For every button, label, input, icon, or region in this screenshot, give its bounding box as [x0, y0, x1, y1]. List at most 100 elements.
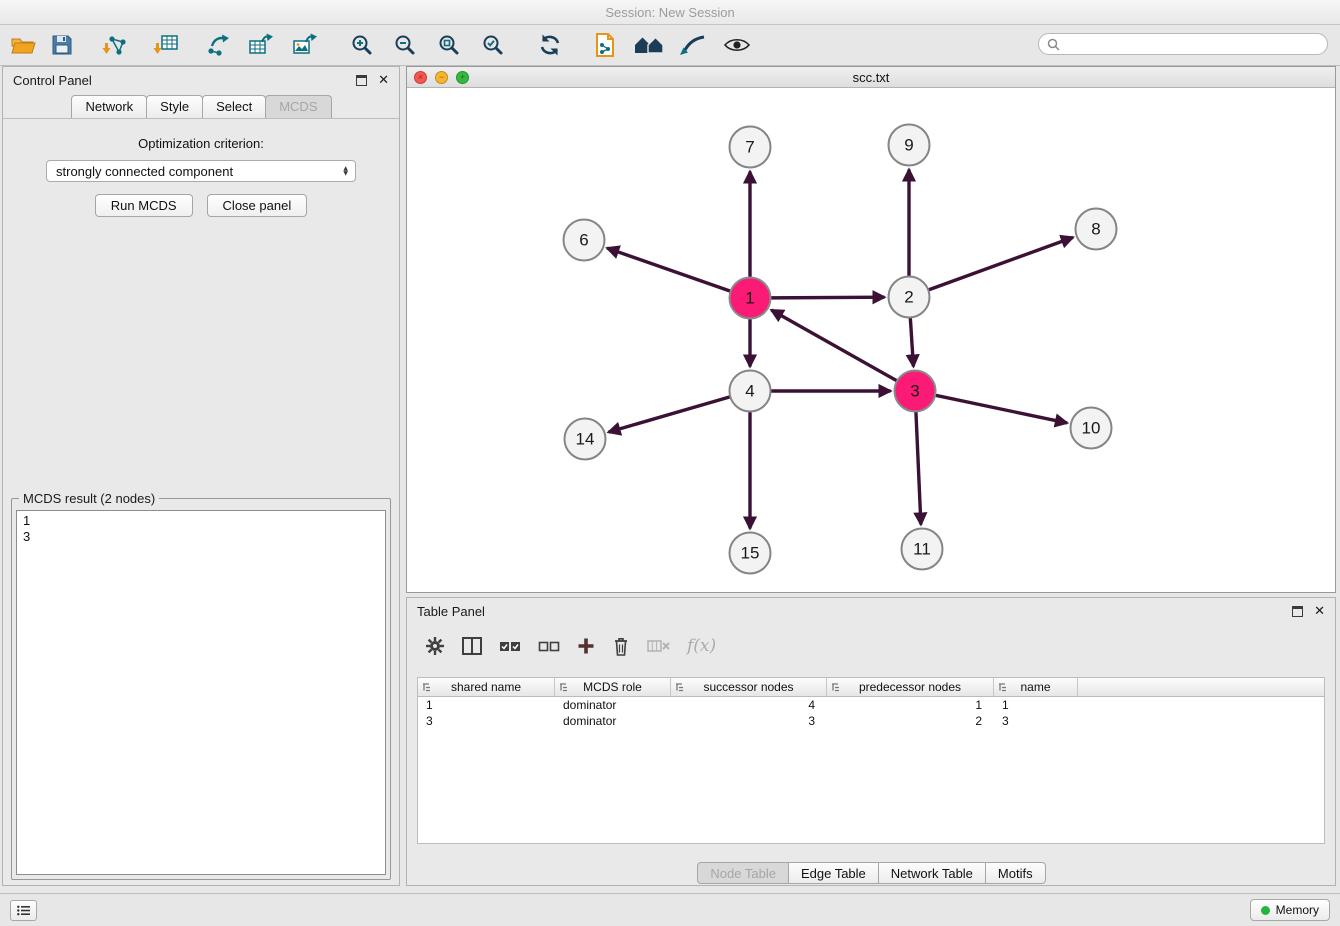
table-row[interactable]: 3dominator323: [418, 713, 1324, 729]
task-history-button[interactable]: [10, 900, 37, 921]
column-sort-icon: [558, 682, 569, 693]
float-table-panel-button[interactable]: [1292, 606, 1303, 617]
close-table-panel-button[interactable]: ✕: [1314, 605, 1325, 618]
run-mcds-button[interactable]: Run MCDS: [95, 194, 193, 217]
column-header-shared-name[interactable]: shared name: [418, 678, 555, 696]
tab-node-table[interactable]: Node Table: [697, 862, 789, 884]
column-sort-icon: [830, 682, 841, 693]
table-cell[interactable]: 4: [671, 697, 827, 713]
column-header-label: shared name: [451, 680, 521, 694]
mcds-result-item: 1: [23, 513, 379, 529]
graph-node-label: 8: [1091, 220, 1100, 239]
open-recent-session-button[interactable]: [588, 28, 622, 62]
home-view-button[interactable]: [632, 28, 666, 62]
graph-edge-2-8[interactable]: [928, 237, 1073, 290]
control-panel-title: Control Panel: [13, 73, 92, 88]
close-panel-action-button[interactable]: Close panel: [207, 194, 308, 217]
function-builder-button[interactable]: f(x): [687, 636, 716, 656]
memory-button[interactable]: Memory: [1250, 899, 1330, 921]
memory-label: Memory: [1276, 903, 1319, 917]
graph-edge-3-1[interactable]: [771, 310, 897, 381]
graph-edge-1-2[interactable]: [770, 297, 884, 298]
function-builder-icon: f(x): [687, 636, 716, 656]
tab-style[interactable]: Style: [146, 95, 203, 118]
table-cell[interactable]: 3: [994, 713, 1078, 729]
tab-motifs[interactable]: Motifs: [985, 862, 1046, 884]
zoom-out-button[interactable]: [388, 28, 422, 62]
column-header-MCDS-role[interactable]: MCDS role: [555, 678, 671, 696]
export-network-button[interactable]: [201, 28, 235, 62]
float-panel-button[interactable]: [356, 75, 367, 86]
unselect-all-button[interactable]: [538, 638, 560, 654]
delete-button[interactable]: [612, 636, 630, 657]
network-window: × − + scc.txt 7968124314101511: [406, 66, 1336, 593]
add-button[interactable]: [577, 637, 595, 655]
graph-node-label: 1: [745, 289, 754, 308]
window-title: Session: New Session: [605, 5, 734, 20]
column-header-name[interactable]: name: [994, 678, 1078, 696]
table-body: 1dominator4113dominator323: [418, 697, 1324, 729]
network-window-titlebar: × − + scc.txt: [407, 67, 1335, 88]
column-header-label: predecessor nodes: [859, 680, 961, 694]
apply-style-button[interactable]: [675, 28, 709, 62]
table-cell[interactable]: 3: [418, 713, 555, 729]
import-network-button[interactable]: [98, 28, 132, 62]
column-header-label: MCDS role: [583, 680, 642, 694]
export-table-icon: [248, 33, 274, 57]
graph-edge-3-11[interactable]: [916, 411, 921, 524]
table-cell[interactable]: 1: [827, 697, 994, 713]
graph-edge-1-6[interactable]: [607, 248, 731, 291]
export-image-button[interactable]: [288, 28, 322, 62]
show-graphics-details-button[interactable]: [720, 28, 754, 62]
delete-column-button[interactable]: [647, 638, 670, 654]
criterion-select[interactable]: strongly connected component ▲▼: [46, 160, 356, 182]
table-cell[interactable]: 3: [671, 713, 827, 729]
search-input[interactable]: [1065, 36, 1319, 52]
table-header-row: shared name MCDS role successor nodes prede…: [418, 678, 1324, 697]
tab-edge-table[interactable]: Edge Table: [788, 862, 879, 884]
column-header-predecessor-nodes[interactable]: predecessor nodes: [827, 678, 994, 696]
trash-icon: [612, 636, 630, 657]
table-cell[interactable]: dominator: [555, 713, 671, 729]
tab-mcds[interactable]: MCDS: [265, 95, 331, 118]
select-spinner-icon: ▲▼: [343, 166, 348, 176]
graph-node-label: 10: [1082, 419, 1101, 438]
graph-node-label: 4: [745, 382, 754, 401]
zoom-in-button[interactable]: [345, 28, 379, 62]
tab-network-table[interactable]: Network Table: [878, 862, 986, 884]
open-session-button[interactable]: [6, 28, 40, 62]
tab-select[interactable]: Select: [202, 95, 266, 118]
table-cell[interactable]: dominator: [555, 697, 671, 713]
column-sort-icon: [421, 682, 432, 693]
zoom-selected-button[interactable]: [476, 28, 510, 62]
network-canvas[interactable]: 7968124314101511: [407, 88, 1335, 592]
graph-edge-2-3[interactable]: [910, 317, 913, 366]
import-table-button[interactable]: [149, 28, 183, 62]
control-panel-tabs: Network Style Select MCDS: [3, 93, 399, 119]
window-minimize-icon[interactable]: −: [435, 71, 448, 84]
main-toolbar: [0, 25, 1340, 66]
graph-edge-3-10[interactable]: [935, 395, 1067, 423]
window-zoom-icon[interactable]: +: [456, 71, 469, 84]
zoom-fit-button[interactable]: [432, 28, 466, 62]
table-cell[interactable]: 1: [418, 697, 555, 713]
control-panel-header: Control Panel ✕: [3, 67, 399, 93]
close-panel-button[interactable]: ✕: [378, 74, 389, 87]
tab-network[interactable]: Network: [71, 95, 147, 118]
table-row[interactable]: 1dominator411: [418, 697, 1324, 713]
graph-edge-4-14[interactable]: [609, 397, 731, 432]
status-bar: Memory: [0, 893, 1340, 926]
save-session-button[interactable]: [45, 28, 79, 62]
select-all-button[interactable]: [499, 638, 521, 654]
window-close-icon[interactable]: ×: [414, 71, 427, 84]
show-columns-button[interactable]: [462, 637, 482, 655]
export-table-button[interactable]: [244, 28, 278, 62]
unchecked-boxes-icon: [538, 638, 560, 654]
table-cell[interactable]: 2: [827, 713, 994, 729]
eye-icon: [723, 36, 751, 54]
table-settings-button[interactable]: [425, 636, 445, 656]
column-header-successor-nodes[interactable]: successor nodes: [671, 678, 827, 696]
apply-layout-button[interactable]: [533, 28, 567, 62]
column-sort-icon: [997, 682, 1008, 693]
table-cell[interactable]: 1: [994, 697, 1078, 713]
